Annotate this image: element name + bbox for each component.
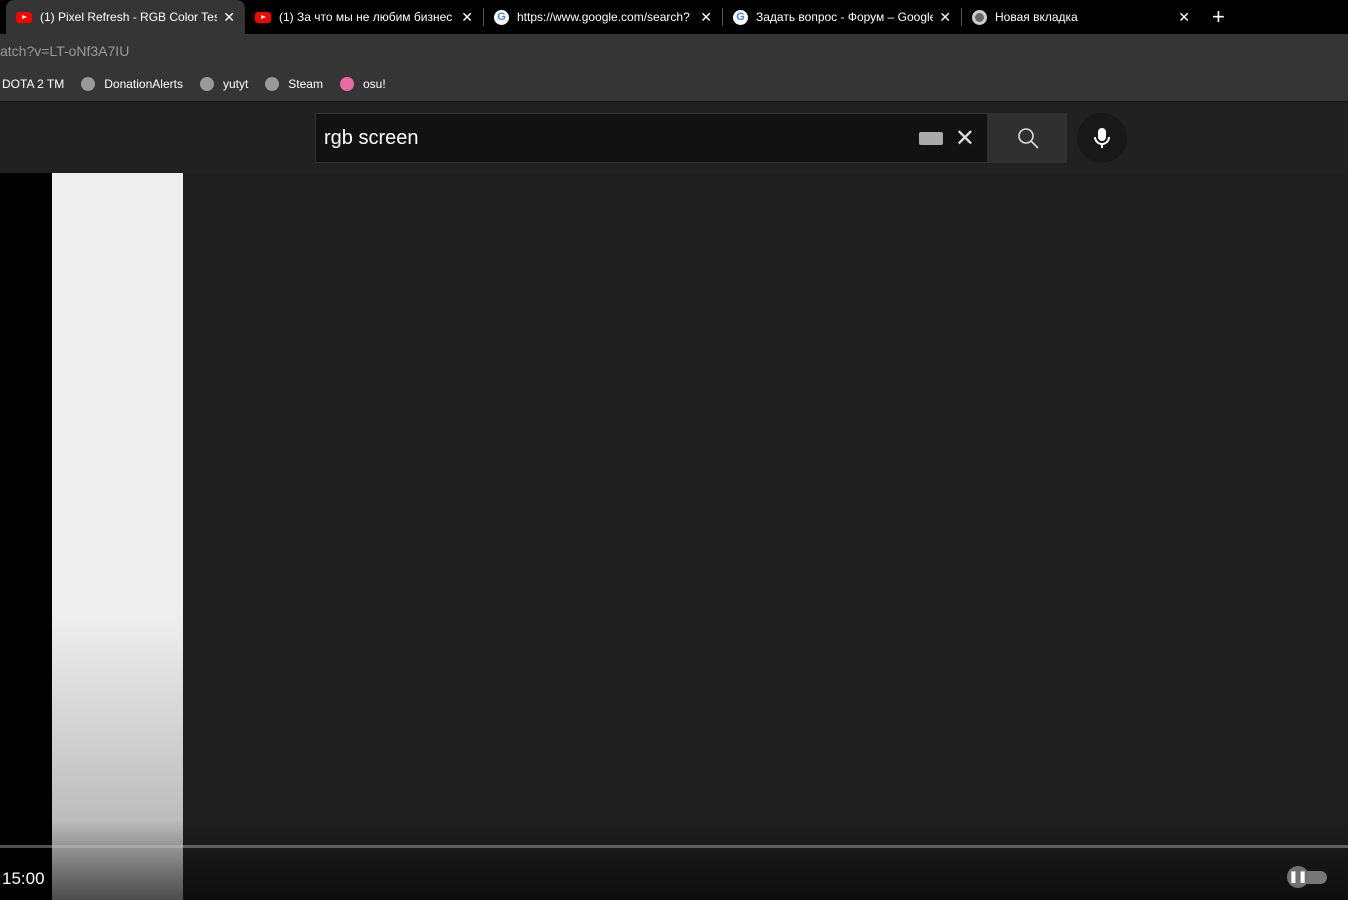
- bookmarks-bar: DOTA 2 TM DonationAlerts yutyt Steam osu…: [0, 67, 1348, 102]
- close-tab-button[interactable]: ✕: [461, 9, 473, 26]
- search-input[interactable]: [316, 126, 919, 150]
- tab-google-search[interactable]: Ghttps://www.google.com/search? ✕: [484, 0, 722, 34]
- bookmark-donationalerts[interactable]: DonationAlerts: [81, 77, 183, 91]
- tab-google-forum[interactable]: G Задать вопрос - Форум – Google ✕: [723, 0, 961, 34]
- pause-icon: ❚❚: [1287, 866, 1309, 888]
- url-text[interactable]: atch?v=LT-oNf3A7IU: [0, 43, 129, 59]
- globe-icon: [199, 77, 214, 91]
- tab-new-tab[interactable]: Новая вкладка ✕: [962, 0, 1200, 34]
- search-icon: [1017, 128, 1039, 149]
- keyboard-icon[interactable]: [918, 131, 943, 145]
- bookmark-osu[interactable]: osu!: [339, 77, 386, 91]
- new-tab-button[interactable]: +: [1212, 4, 1225, 30]
- microphone-icon: [1094, 128, 1110, 148]
- tab-business[interactable]: (1) За что мы не любим бизнес ✕: [245, 0, 483, 34]
- search-box: ✕: [315, 113, 988, 163]
- close-tab-button[interactable]: ✕: [700, 9, 712, 26]
- youtube-icon: [255, 11, 271, 23]
- bookmark-dota[interactable]: DOTA 2 TM: [2, 77, 64, 91]
- close-tab-button[interactable]: ✕: [1178, 9, 1190, 26]
- google-icon: G: [494, 9, 509, 25]
- black-bar: [0, 173, 52, 900]
- bookmark-yutyt[interactable]: yutyt: [199, 77, 248, 91]
- autoplay-toggle[interactable]: ❚❚: [1287, 866, 1327, 888]
- video-player[interactable]: 15:00 ❚❚: [0, 173, 1348, 900]
- progress-bar[interactable]: [0, 845, 1348, 848]
- tab-bar: (1) Pixel Refresh - RGB Color Test ✕ (1) …: [0, 0, 1348, 34]
- google-icon: G: [733, 9, 748, 25]
- youtube-header: ✕: [0, 103, 1348, 173]
- address-bar[interactable]: atch?v=LT-oNf3A7IU: [0, 34, 1348, 67]
- voice-search-button[interactable]: [1077, 113, 1127, 163]
- clear-search-button[interactable]: ✕: [955, 124, 975, 153]
- globe-icon: [265, 77, 280, 91]
- white-bar: [52, 173, 183, 900]
- bookmark-steam[interactable]: Steam: [265, 77, 323, 91]
- globe-icon: [81, 77, 96, 91]
- chrome-icon: [972, 9, 987, 25]
- close-tab-button[interactable]: ✕: [939, 9, 951, 26]
- search-button[interactable]: [988, 113, 1067, 163]
- player-controls: [0, 820, 1348, 900]
- tab-pixel-refresh[interactable]: (1) Pixel Refresh - RGB Color Test ✕: [6, 0, 245, 34]
- osu-icon: [339, 77, 354, 91]
- close-tab-button[interactable]: ✕: [223, 9, 235, 26]
- youtube-icon: [16, 11, 32, 23]
- time-display: 15:00: [2, 869, 45, 888]
